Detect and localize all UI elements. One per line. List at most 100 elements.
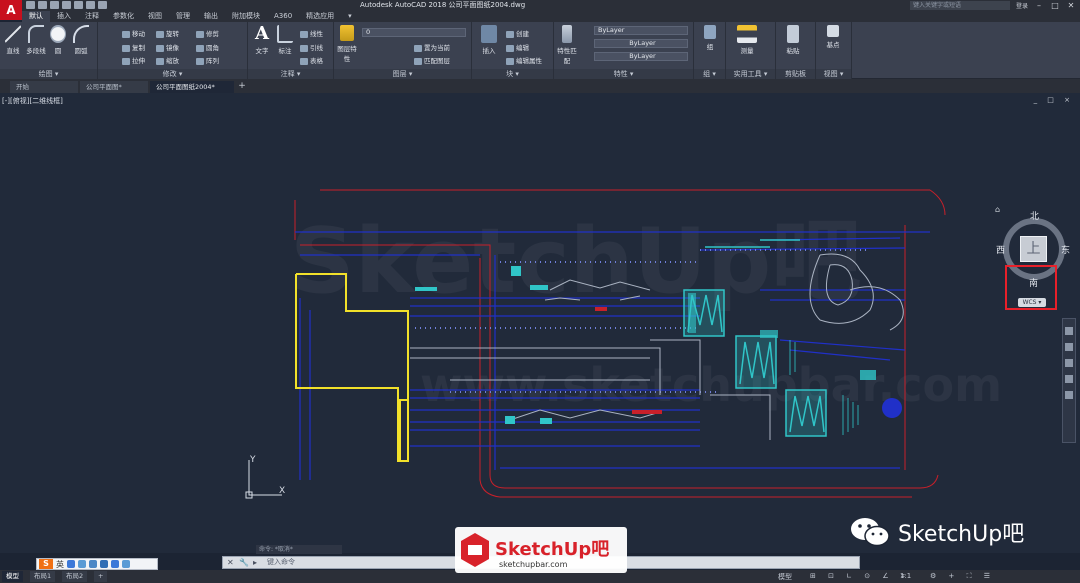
viewcube-west[interactable]: 西 (996, 243, 1005, 256)
ribbon-tab-6[interactable]: 输出 (197, 11, 225, 22)
linetype-dropdown[interactable]: ByLayer (594, 39, 688, 48)
modify-panel-title[interactable]: 修改 ▾ (98, 69, 247, 79)
zoom-icon[interactable] (1065, 359, 1073, 367)
save-icon[interactable] (50, 1, 59, 9)
clipboard-panel-title[interactable]: 剪贴板 (776, 69, 815, 79)
scale-tool[interactable]: 缩放 (156, 55, 179, 65)
showmotion-icon[interactable] (1065, 391, 1073, 399)
utilities-panel-title[interactable]: 实用工具 ▾ (726, 69, 775, 79)
ribbon-tab-0[interactable]: 默认 (22, 11, 50, 22)
line-tool[interactable]: 直线 (2, 25, 24, 55)
draw-panel-title[interactable]: 绘图 ▾ (0, 69, 97, 79)
ribbon-tab-2[interactable]: 注释 (78, 11, 106, 22)
layers-panel-title[interactable]: 图层 ▾ (334, 69, 471, 79)
ime-voice-icon[interactable] (89, 560, 97, 568)
trim-tool[interactable]: 修剪 (196, 28, 219, 38)
dimension-tool[interactable]: 标注 (274, 25, 296, 55)
ime-skin-icon[interactable] (111, 560, 119, 568)
match-layer-tool[interactable]: 匹配图层 (414, 55, 450, 65)
doc-tab-floorplan-2004[interactable]: 公司平面图纸2004* (150, 81, 234, 93)
layout-tab-layout1[interactable]: 布局1 (30, 571, 56, 582)
viewcube-north[interactable]: 北 (1030, 209, 1039, 222)
search-input[interactable]: 键入关键字或短语 (909, 1, 1010, 10)
redo-icon[interactable] (98, 1, 107, 9)
layer-properties-tool[interactable]: 图层特性 (336, 25, 358, 63)
ime-mode-label[interactable]: 英 (56, 559, 64, 570)
doc-tab-start[interactable]: 开始 (10, 81, 78, 93)
maximize-icon[interactable]: □ (1050, 1, 1060, 10)
move-tool[interactable]: 移动 (122, 28, 145, 38)
group-tool[interactable]: 组 (699, 25, 721, 51)
sign-in-button[interactable]: 登录 (1016, 1, 1028, 10)
recent-commands-icon[interactable]: ▸ (253, 557, 257, 568)
ime-keyboard-icon[interactable] (100, 560, 108, 568)
navigation-bar[interactable] (1062, 318, 1076, 443)
ime-toolbar[interactable]: S 英 (36, 558, 158, 570)
ribbon-tab-8[interactable]: A360 (267, 11, 299, 22)
annotation-scale[interactable]: 1:1 (900, 572, 911, 580)
application-menu-button[interactable]: A (0, 0, 22, 20)
ribbon-tab-1[interactable]: 插入 (50, 11, 78, 22)
lineweight-dropdown[interactable]: ByLayer (594, 52, 688, 61)
viewcube-east[interactable]: 东 (1061, 243, 1070, 256)
measure-tool[interactable]: 测量 (732, 25, 762, 55)
wcs-menu[interactable]: WCS ▾ (1018, 298, 1046, 307)
sogou-ime-icon[interactable]: S (39, 559, 53, 569)
doc-tab-floorplan[interactable]: 公司平面图* (80, 81, 148, 93)
arc-tool[interactable]: 圆弧 (70, 25, 92, 55)
customize-command-icon[interactable]: 🔧 (239, 557, 249, 568)
layout-tab-layout2[interactable]: 布局2 (62, 571, 88, 582)
text-tool[interactable]: A 文字 (251, 25, 273, 56)
array-tool[interactable]: 阵列 (196, 55, 219, 65)
paste-tool[interactable]: 粘贴 (782, 25, 804, 55)
plot-icon[interactable] (74, 1, 83, 9)
status-tray-icons[interactable]: ⚙ + ⛶ ☰ (930, 572, 995, 581)
viewcube-top-face[interactable]: 上 (1020, 236, 1047, 262)
edit-block-tool[interactable]: 编辑 (506, 42, 529, 52)
drawing-canvas[interactable]: [-][俯视][二维线框] _ □ × SketchUp吧 www.sketch… (0, 93, 1080, 553)
ribbon-tab-5[interactable]: 管理 (169, 11, 197, 22)
undo-icon[interactable] (86, 1, 95, 9)
groups-panel-title[interactable]: 组 ▾ (694, 69, 725, 79)
layout-tab-model[interactable]: 模型 (2, 571, 23, 582)
make-current-tool[interactable]: 置为当前 (414, 42, 450, 52)
close-command-icon[interactable]: ✕ (227, 557, 234, 568)
new-file-icon[interactable] (26, 1, 35, 9)
properties-panel-title[interactable]: 特性 ▾ (554, 69, 693, 79)
ribbon-tab-9[interactable]: 精选应用 (299, 11, 341, 22)
base-view-tool[interactable]: 基点 (822, 25, 844, 49)
command-input[interactable]: 键入命令 (267, 557, 295, 568)
copy-tool[interactable]: 复制 (122, 42, 145, 52)
match-properties-tool[interactable]: 特性匹配 (556, 25, 578, 65)
mirror-tool[interactable]: 镜像 (156, 42, 179, 52)
annotation-panel-title[interactable]: 注释 ▾ (248, 69, 333, 79)
drafting-toggles[interactable]: ⊞ ⊡ ∟ ⊙ ∠ ⌗ (810, 572, 910, 581)
ime-emoji-icon[interactable] (78, 560, 86, 568)
fillet-tool[interactable]: 圆角 (196, 42, 219, 52)
orbit-icon[interactable] (1065, 375, 1073, 383)
circle-tool[interactable]: 圆 (47, 25, 69, 55)
layer-dropdown[interactable]: 0 (362, 28, 466, 37)
minimize-icon[interactable]: – (1034, 1, 1044, 10)
model-space-toggle[interactable]: 模型 (778, 572, 792, 582)
ime-punct-icon[interactable] (67, 560, 75, 568)
save-as-icon[interactable] (62, 1, 71, 9)
view-panel-title[interactable]: 视图 ▾ (816, 69, 851, 79)
ribbon-tab-7[interactable]: 附加模块 (225, 11, 267, 22)
table-tool[interactable]: 表格 (300, 55, 323, 65)
ribbon-tab-10[interactable]: ▾ (341, 11, 359, 22)
new-tab-button[interactable]: + (237, 82, 247, 92)
add-layout-button[interactable]: + (94, 571, 108, 582)
block-panel-title[interactable]: 块 ▾ (472, 69, 553, 79)
stretch-tool[interactable]: 拉伸 (122, 55, 145, 65)
insert-block-tool[interactable]: 插入 (478, 25, 500, 55)
steering-wheel-icon[interactable] (1065, 327, 1073, 335)
color-dropdown[interactable]: ByLayer (594, 26, 688, 35)
pan-icon[interactable] (1065, 343, 1073, 351)
ribbon-tab-3[interactable]: 参数化 (106, 11, 141, 22)
create-block-tool[interactable]: 创建 (506, 28, 529, 38)
polyline-tool[interactable]: 多段线 (25, 25, 47, 55)
close-icon[interactable]: ✕ (1066, 1, 1076, 10)
linear-dim-tool[interactable]: 线性 (300, 28, 323, 38)
open-file-icon[interactable] (38, 1, 47, 9)
